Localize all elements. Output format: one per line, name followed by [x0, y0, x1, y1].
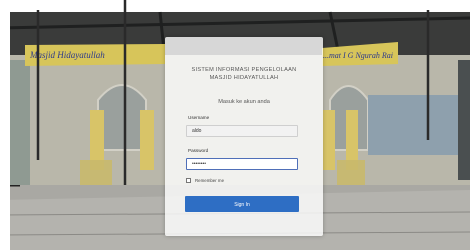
login-subtitle: Masuk ke akun anda	[218, 99, 270, 105]
username-field[interactable]: aldo	[186, 125, 298, 137]
password-label: Password	[188, 148, 209, 153]
username-label: Username	[188, 115, 210, 120]
login-card: SISTEM INFORMASI PENGELOLAAN MASJID HIDA…	[165, 37, 323, 236]
banner-text-left: Masjid Hidayatullah	[29, 50, 105, 60]
remember-me-checkbox[interactable]	[186, 178, 191, 183]
app-title: SISTEM INFORMASI PENGELOLAAN MASJID HIDA…	[191, 67, 297, 81]
banner-text-right: ...mat I G Ngurah Rai	[323, 51, 393, 60]
remember-me-label: Remember me	[195, 178, 225, 183]
sign-in-button[interactable]: Sign In	[185, 196, 299, 212]
password-field[interactable]: ••••••••	[186, 158, 298, 170]
